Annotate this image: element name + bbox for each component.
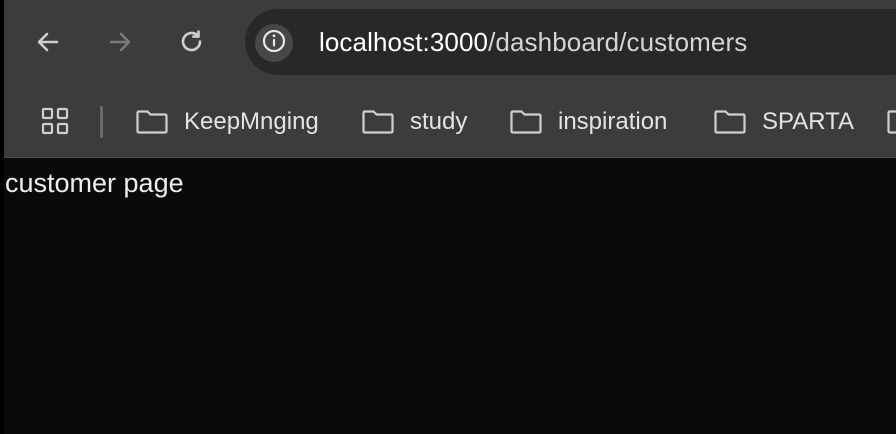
browser-window: localhost:3000/dashboard/customers KeepM…: [0, 0, 896, 434]
url-path: /dashboard/customers: [488, 27, 748, 57]
bookmark-folder-sparta[interactable]: SPARTA: [713, 104, 854, 140]
address-bar[interactable]: localhost:3000/dashboard/customers: [245, 9, 896, 75]
folder-icon: [135, 109, 184, 135]
window-edge: [0, 0, 4, 434]
arrow-left-icon: [35, 29, 61, 55]
site-info-button[interactable]: [255, 24, 293, 62]
folder-icon: [509, 109, 558, 135]
apps-grid-icon: [40, 106, 70, 141]
apps-button[interactable]: [38, 106, 72, 140]
info-icon: [262, 29, 286, 58]
forward-button[interactable]: [100, 22, 140, 62]
folder-icon: [713, 109, 762, 135]
page-content: customer page: [4, 158, 896, 434]
url-text[interactable]: localhost:3000/dashboard/customers: [319, 25, 747, 59]
bookmarks-bar: KeepMnging study inspiration SPARTA: [0, 86, 896, 158]
folder-icon: [886, 109, 896, 135]
bookmark-folder-inspiration[interactable]: inspiration: [509, 104, 667, 140]
bookmarks-separator: [100, 106, 103, 138]
bookmark-label: KeepMnging: [184, 108, 319, 135]
bookmark-label: inspiration: [558, 108, 668, 135]
reload-icon: [178, 28, 206, 56]
reload-button[interactable]: [172, 22, 212, 62]
url-host: localhost:3000: [319, 27, 489, 57]
browser-toolbar: localhost:3000/dashboard/customers: [0, 0, 896, 86]
arrow-right-icon: [107, 29, 133, 55]
folder-icon: [361, 109, 410, 135]
page-text: customer page: [5, 168, 184, 198]
bookmark-folder-keepmnging[interactable]: KeepMnging: [135, 104, 319, 140]
bookmark-folder-overflow[interactable]: [886, 104, 896, 140]
bookmark-label: study: [410, 108, 468, 135]
bookmark-label: SPARTA: [762, 108, 855, 135]
back-button[interactable]: [28, 22, 68, 62]
bookmark-folder-study[interactable]: study: [361, 104, 467, 140]
